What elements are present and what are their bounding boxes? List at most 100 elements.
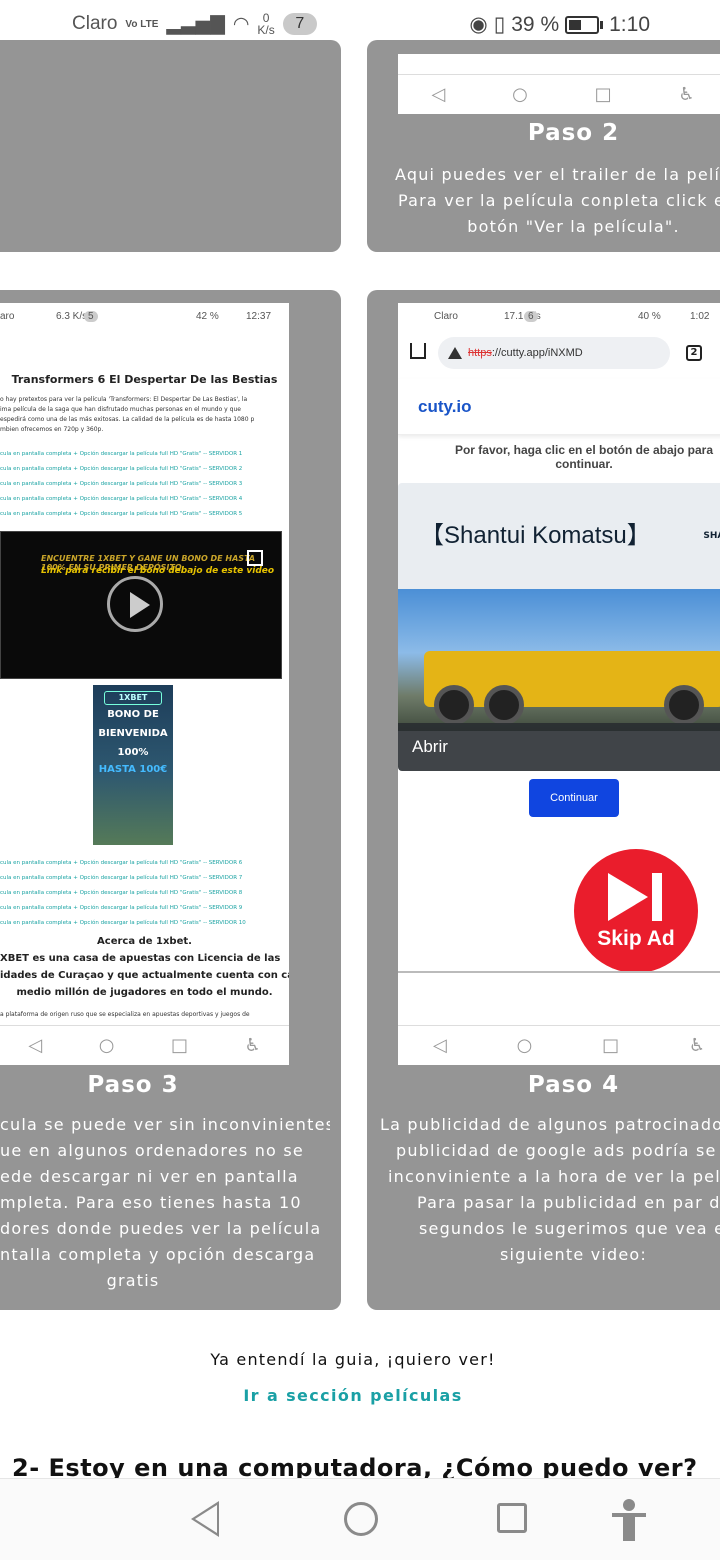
mini-time: 12:37 [246, 311, 272, 322]
eye-icon: ◉ [469, 13, 488, 36]
footer-text: a plataforma de origen ruso que se espec… [0, 1011, 250, 1018]
vibrate-icon: ▯ [493, 13, 506, 36]
url-scheme: https [468, 347, 492, 359]
banner-line-3: 100% [117, 747, 149, 758]
step3-line-4: mpleta. Para eso tienes hasta 10 [0, 1193, 302, 1212]
screenshot-nav-bar: ◁ ○ □ ♿ [0, 1025, 289, 1065]
tab-count-icon[interactable]: 2 [686, 345, 702, 361]
url-bar[interactable]: https://cutty.app/iNXMD [438, 337, 670, 369]
step4-line-1: La publicidad de algunos patrocinado [380, 1115, 720, 1134]
step2-line-3: botón "Ver la película". [467, 217, 680, 236]
continue-button[interactable]: Continuar [529, 779, 619, 817]
banner-line-1: BONO DE [107, 709, 159, 720]
ad-title: 【Shantui Komatsu】 [420, 522, 651, 549]
about-line-3: medio millón de jugadores en todo el mun… [16, 987, 273, 998]
about-line-2: idades de Curaçao y que actualmente cuen… [0, 970, 289, 981]
home-icon: ○ [512, 84, 528, 105]
ad-brand: SHANT [703, 531, 720, 541]
warning-icon [448, 347, 462, 359]
recent-icon: □ [594, 84, 612, 105]
banner-logo: 1XBET [104, 691, 162, 705]
mini-battery: 40 % [638, 311, 661, 322]
mini-carrier: aro [0, 311, 15, 322]
step4-card: Claro 17.1 K/s 6 40 % 1:02 https://cutty… [367, 290, 720, 1310]
server-link-7[interactable]: cula en pantalla completa + Opción desca… [0, 871, 242, 886]
screenshot-status-bar: aro 6.3 K/s 5 42 % 12:37 [0, 303, 289, 331]
ad-banner[interactable]: 【Shantui Komatsu】 SHANT Abrir › [398, 483, 720, 771]
back-icon: ◁ [431, 84, 446, 105]
mini-speed: 6.3 K/s [56, 311, 88, 322]
step4-line-2: publicidad de google ads podría se [396, 1141, 717, 1160]
skip-icon [608, 873, 648, 921]
speed-unit: K/s [257, 23, 275, 37]
ad-cta-bar[interactable]: Abrir › [398, 723, 720, 771]
about-line-1: XBET es una casa de apuestas con Licenci… [0, 953, 281, 964]
server-link-4[interactable]: cula en pantalla completa + Opción desca… [0, 492, 242, 507]
step3-line-3: ede descargar ni ver en pantalla [0, 1167, 299, 1186]
skip-ad-label: Skip Ad [597, 927, 675, 950]
wifi-icon: ◠ [232, 13, 250, 35]
intro-line-1: o hay pretextos para ver la película 'Tr… [0, 396, 248, 403]
site-header: cuty.io [398, 379, 720, 435]
bonus-banner[interactable]: 1XBET BONO DE BIENVENIDA 100% HASTA 100€ [93, 685, 173, 845]
server-link-1[interactable]: cula en pantalla completa + Opción desca… [0, 447, 242, 462]
movies-section-link[interactable]: Ir a sección películas [0, 1386, 706, 1405]
back-icon: ◁ [432, 1035, 447, 1056]
server-link-9[interactable]: cula en pantalla completa + Opción desca… [0, 901, 242, 916]
step3-title: Paso 3 [87, 1072, 179, 1098]
step2-title: Paso 2 [527, 120, 620, 146]
skip-ad-button[interactable]: Skip Ad [574, 849, 698, 973]
back-icon[interactable] [190, 1501, 219, 1537]
step4-line-6: siguiente video: [499, 1245, 647, 1264]
mini-battery: 42 % [196, 311, 219, 322]
step4-title: Paso 4 [527, 1072, 620, 1098]
play-icon[interactable] [107, 576, 163, 632]
system-nav-bar [0, 1478, 720, 1560]
step3-line-1: cula se puede ver sin inconvinientes, [0, 1115, 330, 1134]
carrier-name: Claro [72, 13, 118, 34]
home-icon: ○ [98, 1035, 115, 1056]
server-link-6[interactable]: cula en pantalla completa + Opción desca… [0, 856, 242, 871]
external-link-icon[interactable] [247, 550, 263, 566]
server-link-8[interactable]: cula en pantalla completa + Opción desca… [0, 886, 242, 901]
screenshot-nav-bar: ◁ ○ □ ♿ [398, 1025, 720, 1065]
step2-line-1: Aqui puedes ver el trailer de la pelíc [395, 165, 720, 184]
step3-line-6: ntalla completa y opción descarga [0, 1245, 316, 1264]
instruction-text: Por favor, haga clic en el botón de abaj… [454, 443, 714, 471]
step3-line-7: gratis [106, 1271, 160, 1290]
server-link-10[interactable]: cula en pantalla completa + Opción desca… [0, 916, 246, 931]
intro-line-4: mbien ofrecemos en 720p y 360p. [0, 426, 104, 433]
step1-card [0, 40, 341, 252]
intro-line-3: espedirá como una de las más exitosas. L… [0, 416, 255, 423]
signal-icon: ▂▃▅▇ [166, 13, 225, 35]
step4-line-3: inconviniente a la hora de ver la pelí [388, 1167, 720, 1186]
video-player[interactable]: ENCUENTRE 1XBET Y GANE UN BONO DE HASTA … [0, 531, 282, 679]
site-logo[interactable]: cuty.io [418, 397, 472, 417]
banner-line-4: HASTA 100€ [98, 764, 168, 775]
grader-illustration [424, 651, 720, 725]
step2-screenshot: ◁ ○ □ ♿ [398, 54, 720, 114]
server-link-2[interactable]: cula en pantalla completa + Opción desca… [0, 462, 242, 477]
url-path: ://cutty.app/iNXMD [491, 347, 583, 359]
home-icon[interactable] [344, 1502, 378, 1536]
step3-line-5: dores donde puedes ver la película [0, 1219, 322, 1238]
recent-apps-icon[interactable] [497, 1503, 527, 1533]
ad-cta-label[interactable]: Abrir [412, 737, 448, 757]
home-icon: ○ [516, 1035, 533, 1056]
server-link-5[interactable]: cula en pantalla completa + Opción desca… [0, 507, 242, 522]
screenshot-status-bar: Claro 17.1 K/s 6 40 % 1:02 [398, 303, 720, 331]
page-title: Transformers 6 El Despertar De las Besti… [11, 373, 278, 386]
network-speed: 0 K/s [257, 12, 274, 36]
accessibility-icon: ♿ [678, 84, 695, 105]
step3-card: aro 6.3 K/s 5 42 % 12:37 Transformers 6 … [0, 290, 341, 1310]
about-title: Acerca de 1xbet. [97, 936, 192, 947]
browser-home-icon[interactable] [410, 343, 426, 359]
server-link-3[interactable]: cula en pantalla completa + Opción desca… [0, 477, 242, 492]
accessibility-icon[interactable] [612, 1499, 646, 1541]
ad-image [398, 589, 720, 731]
step4-screenshot: Claro 17.1 K/s 6 40 % 1:02 https://cutty… [398, 303, 720, 1065]
intro-line-2: ima película de la saga que han disfruta… [0, 406, 241, 413]
divider [398, 971, 720, 973]
guide-confirmation: Ya entendí la guia, ¡quiero ver! [210, 1350, 496, 1369]
notification-badge: 7 [282, 13, 317, 35]
